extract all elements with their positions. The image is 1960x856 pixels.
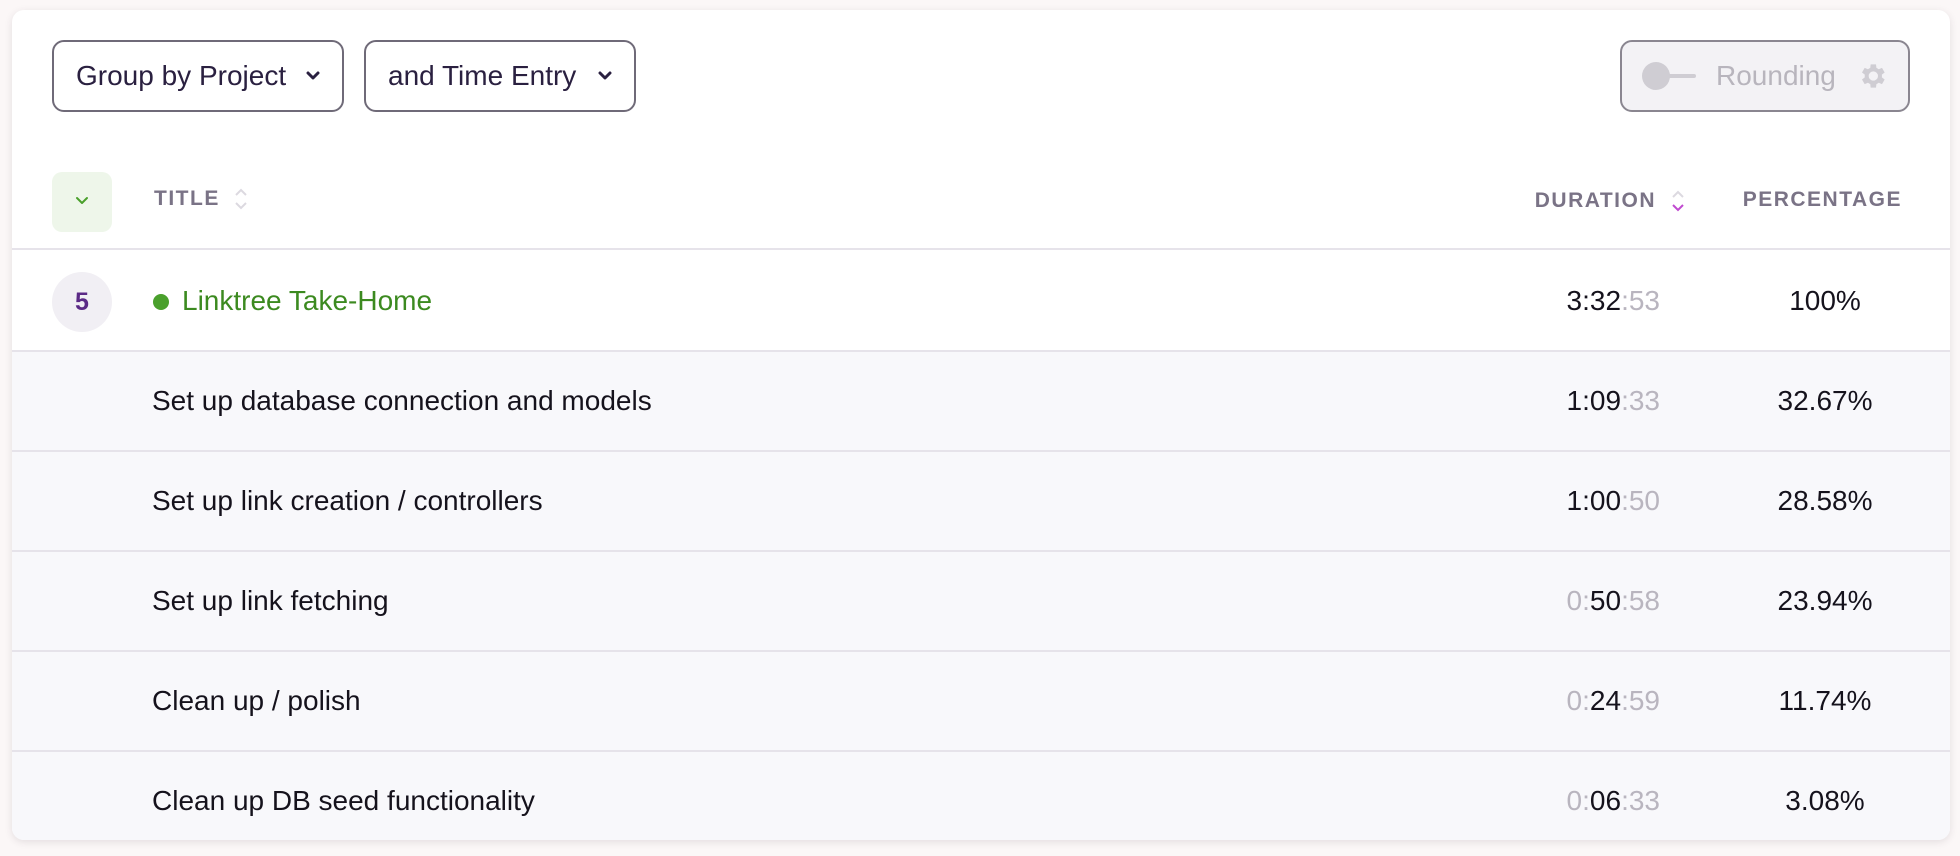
percentage-value: 11.74% — [1778, 685, 1872, 716]
duration-value: 0:06:33 — [1566, 785, 1660, 816]
project-color-dot — [153, 294, 169, 310]
entry-title[interactable]: Set up link creation / controllers — [152, 485, 543, 517]
chevron-down-icon — [598, 71, 612, 81]
entry-title[interactable]: Set up link fetching — [152, 585, 389, 617]
collapse-all-button[interactable] — [52, 172, 112, 232]
column-header-title-label: TITLE — [154, 187, 220, 210]
group-by-label: Group by Project — [76, 60, 287, 91]
gear-icon[interactable] — [1856, 60, 1888, 92]
percentage-value: 3.08% — [1785, 785, 1865, 816]
table-row[interactable]: Clean up / polish 0:24:59 11.74% — [12, 652, 1950, 752]
duration-value: 0:50:58 — [1566, 585, 1660, 616]
duration-value: 1:00:50 — [1566, 485, 1660, 516]
chevron-down-icon — [74, 193, 90, 211]
sort-icon — [234, 186, 248, 212]
rounding-control: Rounding — [1620, 40, 1910, 112]
secondary-group-dropdown[interactable]: and Time Entry — [364, 40, 636, 112]
percentage-value: 28.58% — [1777, 485, 1873, 516]
entry-title[interactable]: Clean up DB seed functionality — [152, 785, 535, 817]
entry-title[interactable]: Set up database connection and models — [152, 385, 652, 417]
rounding-label: Rounding — [1716, 60, 1836, 91]
entry-count-badge: 5 — [52, 272, 112, 332]
column-header-duration-label: DURATION — [1534, 189, 1656, 212]
duration-value: 3:32:53 — [1566, 285, 1660, 316]
project-title[interactable]: Linktree Take-Home — [182, 285, 432, 317]
secondary-group-label: and Time Entry — [388, 60, 577, 91]
duration-value: 1:09:33 — [1566, 385, 1660, 416]
group-by-dropdown[interactable]: Group by Project — [52, 40, 344, 112]
duration-value: 0:24:59 — [1566, 685, 1660, 716]
column-header-title[interactable]: TITLE — [154, 186, 248, 212]
column-header-percentage-label: PERCENTAGE — [1742, 188, 1902, 211]
table-row[interactable]: Set up link creation / controllers 1:00:… — [12, 452, 1950, 552]
report-card: Group by Project and Time Entry Rounding — [12, 10, 1950, 840]
entry-title[interactable]: Clean up / polish — [152, 685, 361, 717]
percentage-value: 23.94% — [1777, 585, 1873, 616]
toolbar: Group by Project and Time Entry Rounding — [12, 10, 1950, 150]
table-row[interactable]: Set up link fetching 0:50:58 23.94% — [12, 552, 1950, 652]
sort-descending-icon — [1670, 188, 1686, 214]
group-row[interactable]: 5 Linktree Take-Home 3:32:53 100% — [12, 252, 1950, 352]
percentage-value: 32.67% — [1777, 385, 1873, 416]
chevron-down-icon — [306, 71, 320, 81]
table-row[interactable]: Set up database connection and models 1:… — [12, 352, 1950, 452]
column-header-percentage[interactable]: PERCENTAGE — [1743, 188, 1902, 212]
table-row[interactable]: Clean up DB seed functionality 0:06:33 3… — [12, 752, 1950, 840]
rounding-toggle[interactable] — [1642, 61, 1696, 91]
percentage-value: 100% — [1789, 285, 1861, 316]
table-header: TITLE DURATION PERCENTAGE — [12, 150, 1950, 250]
column-header-duration[interactable]: DURATION — [1535, 188, 1686, 214]
